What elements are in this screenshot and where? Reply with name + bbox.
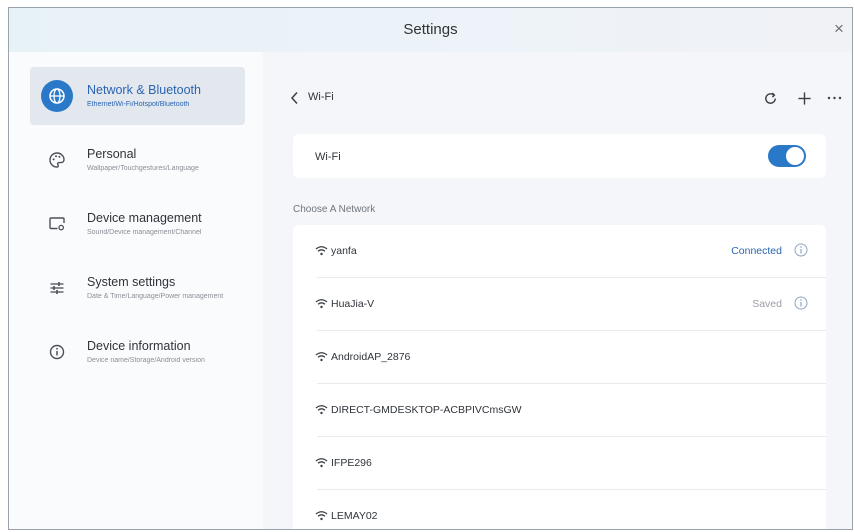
close-icon: × (834, 19, 844, 38)
sidebar: Network & Bluetooth Ethernet/Wi-Fi/Hotsp… (9, 52, 263, 529)
network-name: DIRECT-GMDESKTOP-ACBPIVCmsGW (331, 404, 522, 416)
palette-icon (41, 144, 73, 176)
sidebar-item-label: Device information (87, 339, 191, 353)
close-button[interactable]: × (828, 18, 850, 40)
wifi-toggle-switch[interactable] (768, 145, 806, 167)
network-row-lemay02[interactable]: LEMAY02 (293, 490, 826, 529)
sidebar-item-subtitle: Device name/Storage/Android version (87, 357, 205, 364)
refresh-button[interactable] (761, 87, 779, 109)
network-info-button[interactable] (794, 296, 808, 310)
wifi-icon (315, 352, 328, 362)
sidebar-item-subtitle: Date & Time/Language/Power management (87, 293, 224, 300)
window-title: Settings (403, 21, 458, 38)
network-info-button[interactable] (794, 243, 808, 257)
network-status: Connected (731, 245, 782, 257)
wifi-panel: Wi-Fi Wi-Fi Choose A Network yanfa Conne… (263, 52, 852, 529)
sidebar-item-subtitle: Sound/Device management/Channel (87, 229, 202, 236)
info-icon (41, 336, 73, 368)
title-bar: Settings × (9, 8, 852, 52)
wifi-toggle-label: Wi-Fi (315, 151, 341, 163)
network-list: yanfa Connected HuaJia-V Saved AndroidAP… (293, 225, 826, 529)
network-name: HuaJia-V (331, 298, 375, 310)
wifi-icon (315, 299, 328, 309)
sidebar-item-subtitle: Wallpaper/Touchgestures/Language (87, 165, 199, 172)
refresh-icon (764, 92, 776, 104)
network-row-ifpe296[interactable]: IFPE296 (293, 437, 826, 490)
more-button[interactable] (825, 87, 843, 109)
sidebar-item-label: System settings (87, 275, 176, 289)
sidebar-item-device-information[interactable]: Device information Device name/Storage/A… (30, 323, 245, 381)
add-network-button[interactable] (795, 87, 813, 109)
globe-icon (41, 80, 73, 112)
network-name: IFPE296 (331, 457, 372, 469)
monitor-icon (41, 208, 73, 240)
wifi-icon (315, 246, 328, 256)
sliders-icon (41, 272, 73, 304)
sidebar-item-subtitle: Ethernet/Wi-Fi/Hotspot/Bluetooth (87, 101, 190, 108)
sidebar-item-network-bluetooth[interactable]: Network & Bluetooth Ethernet/Wi-Fi/Hotsp… (30, 67, 245, 125)
settings-window: Settings × Network & Bluetooth Ethernet/… (8, 7, 853, 530)
page-title: Wi-Fi (308, 91, 334, 103)
more-icon (827, 96, 841, 100)
network-status: Saved (752, 298, 782, 310)
wifi-icon (315, 511, 328, 521)
network-name: yanfa (331, 245, 357, 257)
wifi-icon (315, 405, 328, 415)
sidebar-item-label: Personal (87, 147, 137, 161)
chevron-left-icon (290, 91, 298, 105)
sidebar-item-label: Network & Bluetooth (87, 83, 201, 97)
network-row-yanfa[interactable]: yanfa Connected (293, 225, 826, 278)
network-name: LEMAY02 (331, 510, 378, 522)
network-row-androidap[interactable]: AndroidAP_2876 (293, 331, 826, 384)
sidebar-item-label: Device management (87, 211, 202, 225)
network-name: AndroidAP_2876 (331, 351, 411, 363)
network-row-direct-gmdesktop[interactable]: DIRECT-GMDESKTOP-ACBPIVCmsGW (293, 384, 826, 437)
wifi-icon (315, 458, 328, 468)
sidebar-item-system-settings[interactable]: System settings Date & Time/Language/Pow… (30, 259, 245, 317)
network-row-huajia-v[interactable]: HuaJia-V Saved (293, 278, 826, 331)
toggle-knob (786, 147, 804, 165)
sidebar-item-personal[interactable]: Personal Wallpaper/Touchgestures/Languag… (30, 131, 245, 189)
plus-icon (797, 91, 811, 105)
sidebar-item-device-management[interactable]: Device management Sound/Device managemen… (30, 195, 245, 253)
back-button[interactable] (287, 89, 301, 107)
wifi-toggle-card: Wi-Fi (293, 134, 826, 178)
section-label: Choose A Network (293, 204, 376, 215)
